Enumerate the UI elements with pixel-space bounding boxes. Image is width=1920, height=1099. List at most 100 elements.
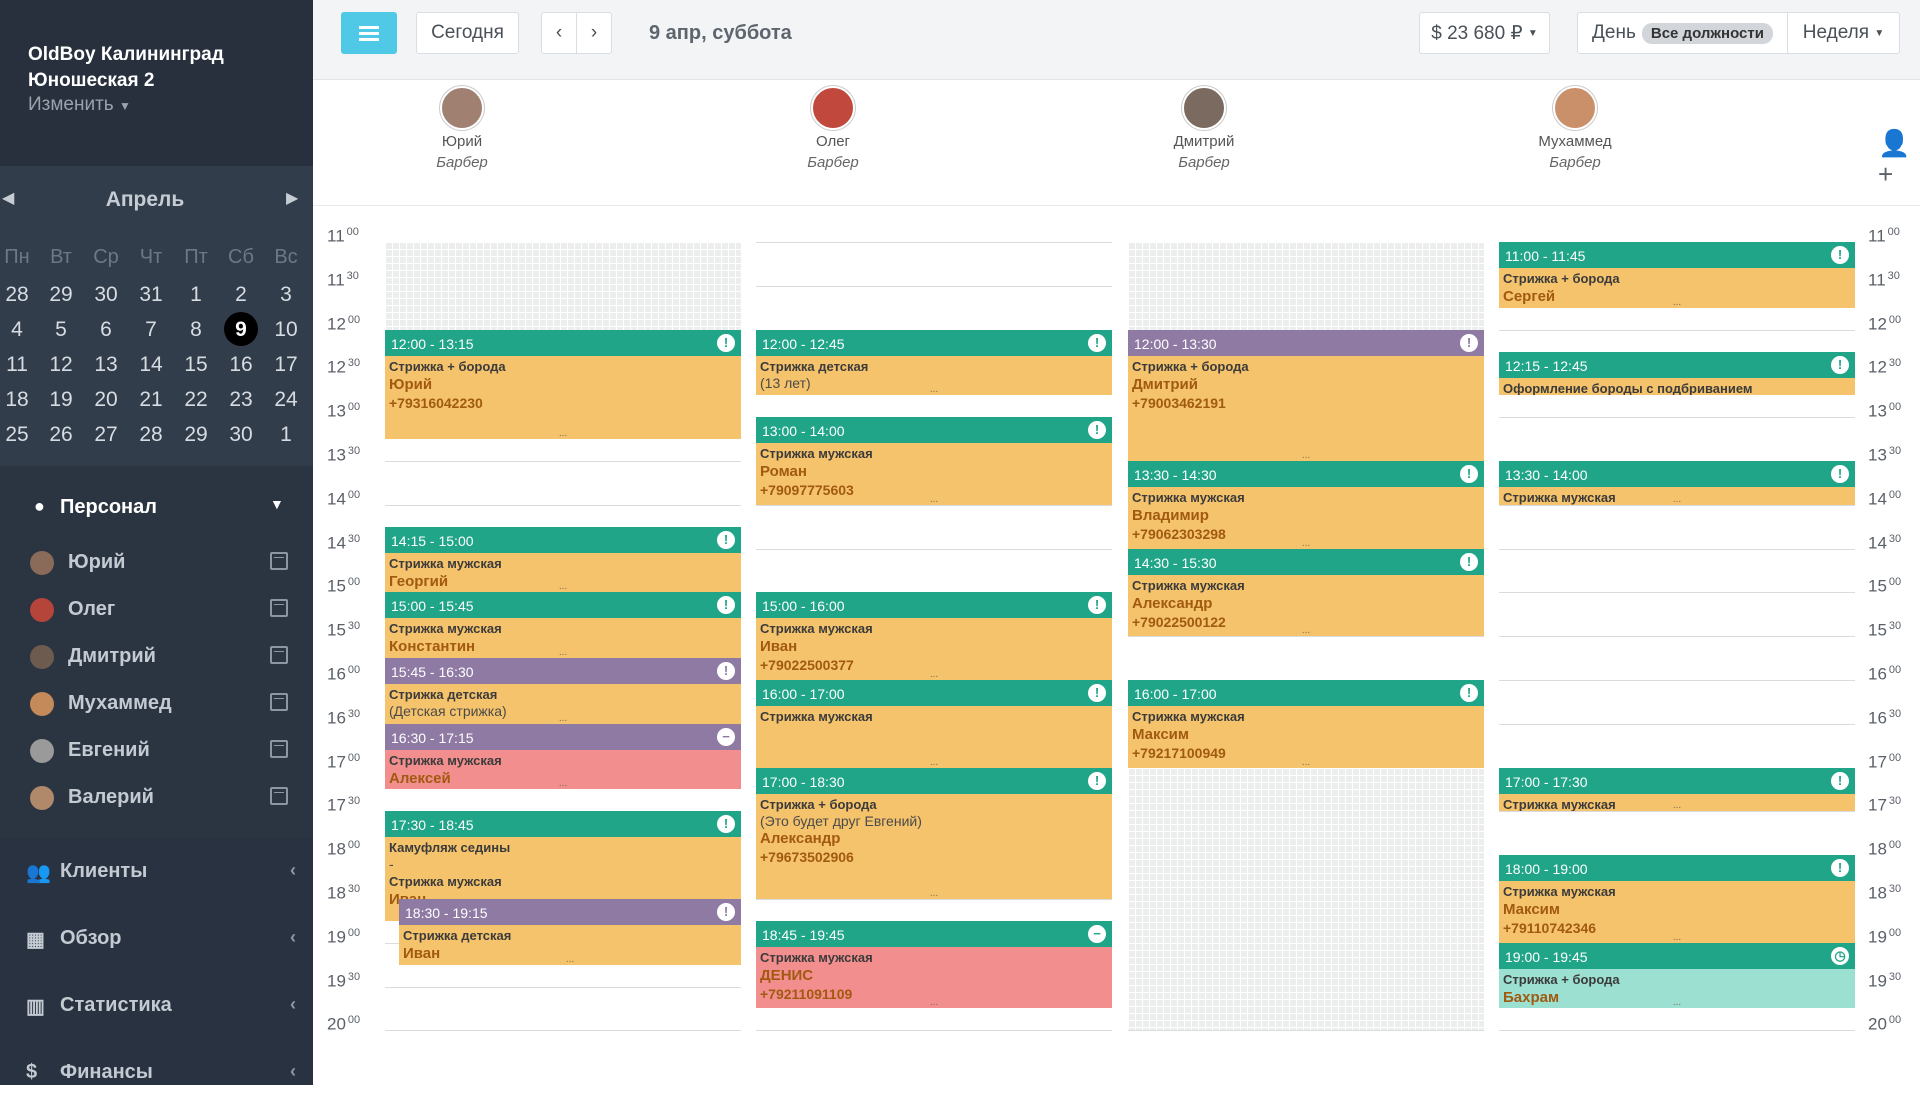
alert-icon[interactable]: ! <box>1831 246 1849 264</box>
cancel-icon[interactable]: − <box>1088 924 1106 943</box>
resize-handle[interactable]: ... <box>1128 626 1484 636</box>
day-view-button[interactable]: День Все должности <box>1577 12 1788 54</box>
calendar-icon[interactable] <box>270 552 288 570</box>
calendar-icon[interactable] <box>270 693 288 711</box>
calendar-day[interactable]: 1 <box>174 283 218 307</box>
revenue-dropdown[interactable]: $ 23 680 ₽ ▼ <box>1419 12 1550 54</box>
cancel-icon[interactable]: − <box>717 727 735 746</box>
calendar-icon[interactable] <box>270 787 288 805</box>
clock-icon[interactable]: ◷ <box>1831 946 1849 965</box>
appointment-card[interactable]: 11:00 - 11:45! Стрижка + борода Сергей... <box>1499 242 1855 308</box>
client-phone[interactable]: +79316042230 <box>389 394 737 412</box>
client-name[interactable]: Максим <box>1132 726 1480 744</box>
calendar-day[interactable]: 13 <box>84 353 128 377</box>
appointment-card[interactable]: 12:00 - 13:15! Стрижка + борода Юрий +79316… <box>385 329 741 440</box>
appointment-card[interactable]: 13:30 - 14:30! Стрижка мужская Владимир +79… <box>1128 461 1484 549</box>
calendar-day[interactable]: 25 <box>0 423 39 447</box>
calendar-day[interactable]: 4 <box>0 318 39 342</box>
appointment-card[interactable]: 16:30 - 17:15− Стрижка мужская Алексей... <box>385 723 741 790</box>
calendar-day[interactable]: 19 <box>39 388 83 412</box>
resize-handle[interactable]: ... <box>1128 450 1484 460</box>
calendar-day[interactable]: 23 <box>219 388 263 412</box>
appointment-card[interactable]: 14:15 - 15:00! Стрижка мужская Георгий... <box>385 526 741 593</box>
calendar-day[interactable]: 17 <box>264 353 308 377</box>
resize-handle[interactable]: ... <box>1499 494 1855 504</box>
calendar-day[interactable]: 5 <box>39 318 83 342</box>
menu-button[interactable] <box>341 12 397 54</box>
calendar-day[interactable]: 28 <box>129 423 173 447</box>
calendar-day[interactable]: 10 <box>264 318 308 342</box>
calendar-day[interactable]: 24 <box>264 388 308 412</box>
resize-handle[interactable]: ... <box>385 648 741 658</box>
alert-icon[interactable]: ! <box>1460 684 1478 702</box>
resize-handle[interactable]: ... <box>1499 932 1855 942</box>
alert-icon[interactable]: ! <box>717 903 735 921</box>
calendar-icon[interactable] <box>270 599 288 617</box>
calendar-day[interactable]: 21 <box>129 388 173 412</box>
resize-handle[interactable]: ... <box>385 713 741 723</box>
staff-item[interactable]: Мухаммед <box>30 687 290 723</box>
calendar-day[interactable]: 29 <box>174 423 218 447</box>
appointment-card[interactable]: 15:45 - 16:30! Стрижка детская (Детская ст… <box>385 658 741 724</box>
appointment-card[interactable]: 16:00 - 17:00! Стрижка мужская... <box>756 680 1112 768</box>
next-month-arrow-icon[interactable]: ▶ <box>286 188 298 208</box>
alert-icon[interactable]: ! <box>717 530 735 549</box>
calendar-day[interactable]: 30 <box>84 283 128 307</box>
calendar-day[interactable]: 29 <box>39 283 83 307</box>
nav-item-1[interactable]: ▦ Обзор ‹ <box>26 925 296 965</box>
resize-handle[interactable]: ... <box>1499 998 1855 1008</box>
staff-item[interactable]: Юрий <box>30 546 290 582</box>
calendar-day[interactable]: 18 <box>0 388 39 412</box>
calendar-day[interactable]: 14 <box>129 353 173 377</box>
today-button[interactable]: Сегодня <box>416 12 519 54</box>
positions-badge[interactable]: Все должности <box>1641 22 1773 44</box>
appointment-card[interactable]: 12:15 - 12:45! Оформление бороды с подбри… <box>1499 351 1855 396</box>
calendar-day[interactable]: 11 <box>0 353 39 377</box>
calendar-day[interactable]: 30 <box>219 423 263 447</box>
client-name[interactable]: Иван <box>760 638 1108 656</box>
resize-handle[interactable]: ... <box>756 669 1112 679</box>
appointment-card[interactable]: 13:00 - 14:00! Стрижка мужская Роман +79097… <box>756 417 1112 505</box>
appointment-card[interactable]: 17:00 - 18:30! Стрижка + борода (Это будет… <box>756 767 1112 899</box>
resize-handle[interactable]: ... <box>1128 538 1484 548</box>
appointment-card[interactable]: 15:00 - 16:00! Стрижка мужская Иван +790225… <box>756 592 1112 680</box>
alert-icon[interactable]: ! <box>1831 771 1849 790</box>
alert-icon[interactable]: ! <box>1831 355 1849 374</box>
staff-item[interactable]: Евгений <box>30 734 290 770</box>
resize-handle[interactable]: ... <box>756 494 1112 504</box>
client-name[interactable]: Максим <box>1503 901 1851 919</box>
appointment-card[interactable]: 19:00 - 19:45 ◷ Стрижка + борода Бахрам... <box>1499 942 1855 1009</box>
resize-handle[interactable]: ... <box>399 954 741 964</box>
resize-handle[interactable]: ... <box>1499 297 1855 307</box>
alert-icon[interactable]: ! <box>717 333 735 352</box>
appointment-card[interactable]: 16:00 - 17:00! Стрижка мужская Максим +7921… <box>1128 680 1484 768</box>
change-company-link[interactable]: Изменить ▼ <box>28 94 131 116</box>
calendar-day[interactable]: 15 <box>174 353 218 377</box>
staff-item[interactable]: Валерий <box>30 781 290 817</box>
appointment-card[interactable]: 18:00 - 19:00! Стрижка мужская Максим +7911… <box>1499 855 1855 943</box>
calendar-day[interactable]: 31 <box>129 283 173 307</box>
resize-handle[interactable]: ... <box>1128 757 1484 767</box>
alert-icon[interactable]: ! <box>1088 596 1106 615</box>
client-name[interactable]: ДЕНИС <box>760 967 1108 985</box>
appointment-card[interactable]: 14:30 - 15:30! Стрижка мужская Александр +7… <box>1128 548 1484 637</box>
appointment-card[interactable]: 18:45 - 19:45− Стрижка мужская ДЕНИС +79211… <box>756 920 1112 1009</box>
resize-handle[interactable]: ... <box>1499 385 1855 395</box>
calendar-day[interactable]: 2 <box>219 283 263 307</box>
alert-icon[interactable]: ! <box>1088 684 1106 702</box>
calendar-day[interactable]: 6 <box>84 318 128 342</box>
appointment-card[interactable]: 18:30 - 19:15! Стрижка детская Иван... <box>399 899 741 965</box>
calendar-day[interactable]: 26 <box>39 423 83 447</box>
alert-icon[interactable]: ! <box>717 662 735 681</box>
alert-icon[interactable]: ! <box>1088 771 1106 790</box>
appointment-card[interactable]: 12:00 - 12:45! Стрижка детская (13 лет)... <box>756 329 1112 396</box>
appointment-card[interactable]: 17:00 - 17:30! Стрижка мужская... <box>1499 767 1855 812</box>
calendar-day[interactable]: 12 <box>39 353 83 377</box>
add-user-icon[interactable]: 👤+ <box>1878 128 1920 190</box>
next-day-button[interactable]: › <box>576 12 612 54</box>
calendar-day[interactable]: 9 <box>219 318 263 342</box>
resize-handle[interactable]: ... <box>756 888 1112 898</box>
client-name[interactable]: Александр <box>1132 595 1480 613</box>
prev-day-button[interactable]: ‹ <box>541 12 577 54</box>
appointment-card[interactable]: 15:00 - 15:45! Стрижка мужская Константин.… <box>385 592 741 659</box>
